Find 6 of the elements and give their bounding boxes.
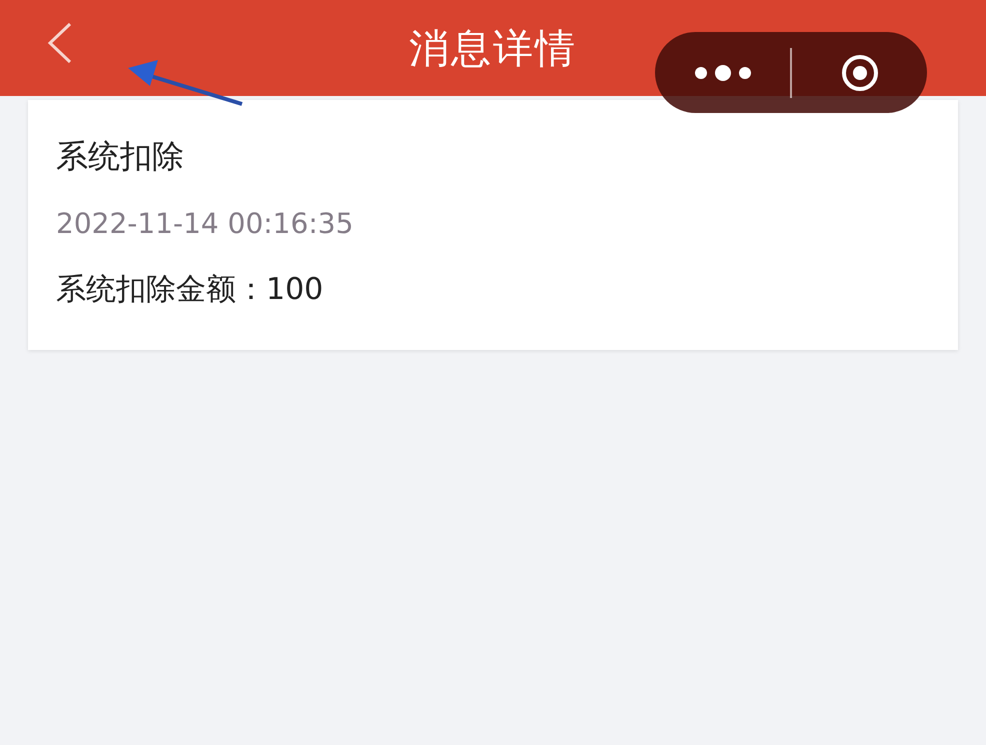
message-time: 2022-11-14 00:16:35 bbox=[56, 206, 354, 242]
page-title: 消息详情 bbox=[409, 24, 577, 74]
more-icon bbox=[692, 64, 752, 80]
message-detail: 系统扣除金额：100 bbox=[56, 271, 324, 309]
target-icon bbox=[840, 52, 880, 92]
message-title: 系统扣除 bbox=[56, 136, 185, 177]
